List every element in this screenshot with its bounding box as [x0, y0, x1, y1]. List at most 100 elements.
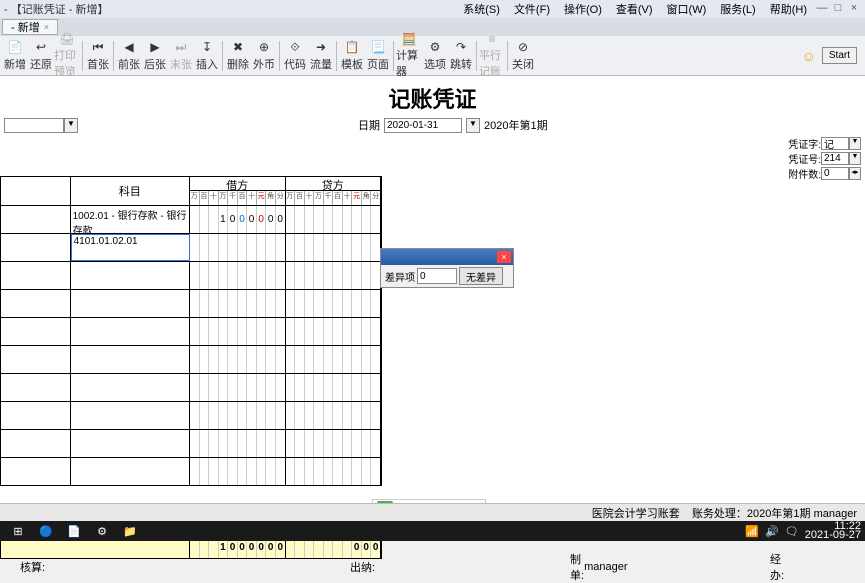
taskbar-app1-icon[interactable]: 🔵 — [36, 523, 56, 539]
cell-dai[interactable] — [286, 458, 381, 485]
taskbar-app2-icon[interactable]: 📄 — [64, 523, 84, 539]
toolbar-跳转-button[interactable]: ↷跳转 — [448, 37, 474, 75]
前张-icon: ◀ — [121, 39, 137, 55]
toolbar-外币-button[interactable]: ⊕外币 — [251, 37, 277, 75]
date-input[interactable] — [384, 118, 462, 133]
后张-icon: ▶ — [147, 39, 163, 55]
taskbar-start-icon[interactable]: ⊞ — [8, 523, 28, 539]
cell-dai[interactable] — [286, 318, 381, 345]
cell-jie[interactable] — [190, 346, 285, 373]
toolbar-插入-button[interactable]: ↧插入 — [194, 37, 220, 75]
maximize-icon[interactable]: □ — [831, 2, 845, 16]
插入-icon: ↧ — [199, 39, 215, 55]
table-row[interactable] — [1, 261, 381, 289]
start-button[interactable]: Start — [822, 47, 857, 64]
diff-button[interactable]: 无差异 — [459, 267, 503, 285]
status-left: 医院会计学习账套 — [592, 508, 680, 520]
toolbar-末张-button: ⏭末张 — [168, 37, 194, 75]
pzz-dropdown-icon[interactable]: ▼ — [849, 137, 861, 150]
pzz-input[interactable] — [821, 137, 849, 150]
cell-kemu[interactable] — [71, 430, 190, 457]
cell-jie[interactable] — [190, 318, 285, 345]
cell-dai[interactable] — [286, 234, 381, 261]
minimize-icon[interactable]: — — [815, 2, 829, 16]
cell-kemu[interactable] — [71, 290, 190, 317]
smiley-icon[interactable]: ☺ — [802, 48, 816, 64]
table-row[interactable] — [1, 457, 381, 485]
toolbar-还原-button[interactable]: ↩还原 — [28, 37, 54, 75]
toolbar-流量-button[interactable]: ➜流量 — [308, 37, 334, 75]
toolbar-后张-button[interactable]: ▶后张 — [142, 37, 168, 75]
left-dropdown-icon[interactable]: ▼ — [64, 118, 78, 133]
cell-jie[interactable] — [190, 290, 285, 317]
toolbar-删除-button[interactable]: ✖删除 — [225, 37, 251, 75]
cell-dai[interactable] — [286, 346, 381, 373]
menu-help[interactable]: 帮助(H) — [764, 1, 813, 17]
toolbar-前张-button[interactable]: ◀前张 — [116, 37, 142, 75]
tab-new[interactable]: - 新增 × — [2, 19, 58, 35]
table-row[interactable] — [1, 373, 381, 401]
fjs-input[interactable] — [821, 167, 849, 180]
cell-kemu[interactable] — [71, 402, 190, 429]
cell-kemu[interactable] — [71, 262, 190, 289]
menu-view[interactable]: 查看(V) — [610, 1, 659, 17]
cell-jie[interactable]: 1000000 — [190, 206, 285, 233]
pzh-input[interactable] — [821, 152, 849, 165]
taskbar-app3-icon[interactable]: ⚙ — [92, 523, 112, 539]
table-row[interactable] — [1, 289, 381, 317]
tab-close-icon[interactable]: × — [44, 22, 49, 32]
cell-jie[interactable] — [190, 374, 285, 401]
cell-dai[interactable] — [286, 290, 381, 317]
date-dropdown-icon[interactable]: ▼ — [466, 118, 480, 133]
fjs-label: 附件数: — [781, 166, 821, 181]
table-row[interactable] — [1, 345, 381, 373]
toolbar-代码-button[interactable]: ⟐代码 — [282, 37, 308, 75]
diff-input[interactable] — [417, 268, 457, 284]
cell-jie[interactable] — [190, 458, 285, 485]
dialog-close-icon[interactable]: × — [497, 251, 511, 263]
cell-jie[interactable] — [190, 234, 285, 261]
cell-dai[interactable] — [286, 402, 381, 429]
pzh-dropdown-icon[interactable]: ▼ — [849, 152, 861, 165]
toolbar-首张-button[interactable]: ⏮首张 — [85, 37, 111, 75]
menu-system[interactable]: 系统(S) — [457, 1, 506, 17]
menu-operate[interactable]: 操作(O) — [558, 1, 608, 17]
cell-kemu[interactable] — [71, 318, 190, 345]
首张-icon: ⏮ — [90, 39, 106, 55]
menu-service[interactable]: 服务(L) — [714, 1, 761, 17]
table-row[interactable]: 1002.01 - 银行存款 - 银行存款1000000 — [1, 205, 381, 233]
cell-dai[interactable] — [286, 374, 381, 401]
cell-kemu[interactable] — [71, 346, 190, 373]
fjs-stepper-icon[interactable]: ◂▸ — [849, 167, 861, 180]
toolbar-模板-button[interactable]: 📋模板 — [339, 37, 365, 75]
menu-window[interactable]: 窗口(W) — [661, 1, 713, 17]
cell-dai[interactable] — [286, 262, 381, 289]
menu-file[interactable]: 文件(F) — [508, 1, 556, 17]
cell-kemu[interactable] — [71, 374, 190, 401]
table-row[interactable] — [1, 317, 381, 345]
tray-chat-icon[interactable]: 🗨 — [785, 525, 799, 538]
toolbar-新增-button[interactable]: 📄新增 — [2, 37, 28, 75]
cell-dai[interactable] — [286, 430, 381, 457]
tray-sound-icon[interactable]: 🔊 — [765, 525, 779, 538]
cell-kemu[interactable] — [71, 458, 190, 485]
voucher-title: 记账凭证 — [0, 76, 865, 116]
table-row[interactable] — [1, 429, 381, 457]
cell-kemu[interactable]: 4101.01.02.01 — [71, 234, 190, 261]
table-row[interactable] — [1, 401, 381, 429]
cell-jie[interactable] — [190, 430, 285, 457]
toolbar-选项-button[interactable]: ⚙选项 — [422, 37, 448, 75]
toolbar-页面-button[interactable]: 📃页面 — [365, 37, 391, 75]
cell-dai[interactable] — [286, 206, 381, 233]
toolbar-关闭-button[interactable]: ⊘关闭 — [510, 37, 536, 75]
left-small-input[interactable] — [4, 118, 64, 133]
cell-jie[interactable] — [190, 262, 285, 289]
tray-net-icon[interactable]: 📶 — [745, 525, 759, 538]
cell-kemu[interactable]: 1002.01 - 银行存款 - 银行存款 — [71, 206, 190, 233]
table-row[interactable]: 4101.01.02.01 — [1, 233, 381, 261]
toolbar-计算器-button[interactable]: 🧮计算器 — [396, 37, 422, 75]
pzz-label: 凭证字: — [781, 136, 821, 151]
cell-jie[interactable] — [190, 402, 285, 429]
taskbar-app4-icon[interactable]: 📁 — [120, 523, 140, 539]
close-icon[interactable]: × — [847, 2, 861, 16]
